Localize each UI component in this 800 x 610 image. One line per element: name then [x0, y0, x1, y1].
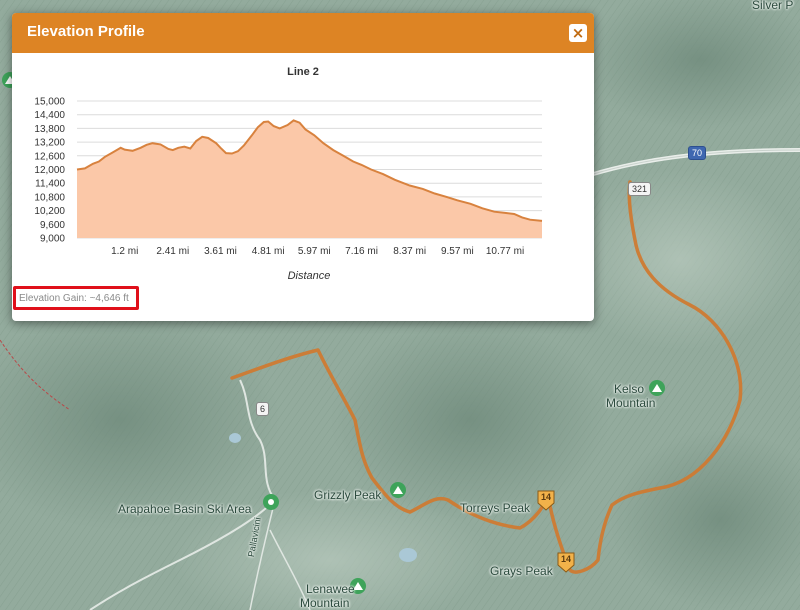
y-tick-label: 9,000: [40, 234, 65, 245]
route-marker-grays-label: 14: [560, 554, 571, 564]
route-marker-grays[interactable]: 14: [556, 551, 576, 573]
elevation-profile-popup: Elevation Profile × Line 2 15,000 14,400 1…: [12, 13, 594, 321]
y-tick-label: 13,800: [34, 124, 65, 135]
grizzly-peak-icon: [390, 482, 406, 498]
y-tick-label: 15,000: [34, 97, 65, 108]
grizzly-peak-label: Grizzly Peak: [314, 488, 382, 502]
y-tick-label: 12,000: [34, 165, 65, 176]
kelso-mountain-peak-icon: [649, 380, 665, 396]
x-tick-label: 4.81 mi: [252, 246, 285, 257]
y-tick-label: 10,200: [34, 206, 65, 217]
torreys-peak-label: Torreys Peak: [460, 501, 531, 515]
route-marker-torreys[interactable]: 14: [536, 489, 556, 511]
y-tick-label: 11,400: [35, 179, 65, 190]
x-tick-label: 3.61 mi: [204, 246, 237, 257]
y-tick-label: 14,400: [34, 110, 65, 121]
x-tick-label: 5.97 mi: [298, 246, 331, 257]
popup-title: Elevation Profile: [27, 23, 145, 40]
route-marker-torreys-label: 14: [540, 492, 551, 502]
kelso-mountain-label-line1: Kelso: [614, 382, 645, 396]
road-321-shield: 321: [628, 182, 652, 196]
chart-title: Line 2: [287, 66, 319, 78]
elevation-chart: Line 2 15,000 14,400 13,800 13,200 12,600 12,…: [34, 66, 543, 282]
y-tick-label: 9,600: [40, 220, 65, 231]
x-axis-label: Distance: [288, 270, 331, 282]
x-tick-label: 9.57 mi: [441, 246, 474, 257]
x-tick-label: 8.37 mi: [393, 246, 426, 257]
arapahoe-basin-label: Arapahoe Basin Ski Area: [118, 502, 252, 516]
x-axis-ticks: 1.2 mi 2.41 mi 3.61 mi 4.81 mi 5.97 mi 7.16 m…: [111, 246, 524, 257]
ski-area-pin-icon: [263, 494, 279, 510]
elevation-gain-text: Elevation Gain: ~4,646 ft: [19, 293, 129, 304]
y-tick-label: 13,200: [34, 138, 65, 149]
x-tick-label: 2.41 mi: [156, 246, 189, 257]
close-button[interactable]: ×: [569, 24, 587, 42]
y-tick-label: 10,800: [34, 192, 65, 203]
popup-header: Elevation Profile ×: [12, 13, 594, 53]
x-tick-label: 10.77 mi: [486, 246, 524, 257]
silver-plume-label: Silver P: [752, 0, 794, 12]
elevation-area-fill: [77, 120, 542, 238]
interstate-70-shield: 70: [688, 146, 707, 160]
lenawee-mountain-label-line1: Lenawee: [306, 582, 355, 596]
lenawee-mountain-label-line2: Mountain: [300, 596, 350, 610]
y-tick-label: 12,600: [34, 151, 65, 162]
route-6-shield: 6: [256, 402, 270, 416]
y-axis-ticks: 15,000 14,400 13,800 13,200 12,600 12,000 11,4…: [34, 97, 65, 245]
kelso-mountain-label-line2: Mountain: [606, 396, 656, 410]
grays-peak-label: Grays Peak: [490, 564, 553, 578]
x-tick-label: 7.16 mi: [345, 246, 378, 257]
x-tick-label: 1.2 mi: [111, 246, 138, 257]
